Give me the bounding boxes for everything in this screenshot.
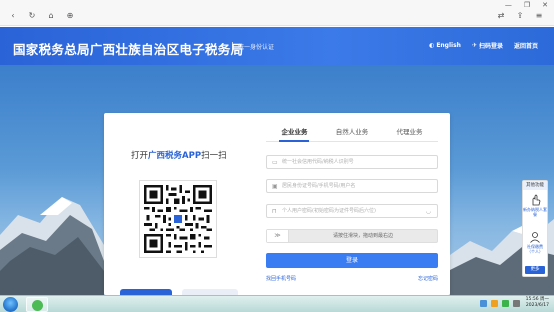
scan-login-link[interactable]: ✈ 扫码登录 — [472, 41, 503, 50]
refresh-icon[interactable]: ↻ — [27, 11, 37, 21]
qr-code[interactable] — [139, 180, 217, 258]
notification-icon[interactable] — [491, 300, 498, 307]
tab-individual[interactable]: 自然人业务 — [324, 125, 381, 141]
browser-actions: ⇄ ⇪ ≡ — [496, 11, 544, 21]
title-separator — [232, 42, 233, 51]
network-icon[interactable] — [480, 300, 487, 307]
site-subtitle: 统一身份认证 — [238, 44, 275, 51]
site-title: 国家税务总局广西壮族自治区电子税务局 — [13, 42, 244, 57]
share-icon[interactable]: ⇪ — [515, 11, 525, 21]
globe-icon[interactable]: ⊕ — [65, 11, 75, 21]
side-toolbar-header: 其他功能 — [523, 181, 547, 190]
taskbar: 15:56 周一 2023/6/17 — [0, 295, 554, 312]
side-toolbar: 其他功能 新办纳税人套餐 社保缴费 （个人） 更多 — [522, 180, 548, 277]
more-button[interactable]: 更多 — [525, 266, 545, 274]
user-icon: ▣ — [272, 183, 278, 190]
slider-captcha[interactable]: ≫ 请按住滑块，拖动到最右边 — [266, 229, 438, 243]
language-icon: ◐ — [429, 42, 435, 49]
browser-app-icon — [32, 300, 43, 311]
company-id-field[interactable]: ▭ 统一社会信用代码/纳税人识别号 — [266, 155, 438, 169]
taskbar-browser-app[interactable] — [26, 297, 48, 312]
system-tray — [480, 300, 520, 307]
menu-icon[interactable]: ≡ — [534, 11, 544, 21]
login-card: 打开广西税务APP扫一扫 企业业务 自然人业务 代理业务 ▭ 统一社会信用代码/… — [104, 113, 450, 297]
translate-icon[interactable]: ⇄ — [496, 11, 506, 21]
qr-title: 打开广西税务APP扫一扫 — [131, 151, 227, 161]
login-form: 企业业务 自然人业务 代理业务 ▭ 统一社会信用代码/纳税人识别号 ▣ 居民身份… — [266, 125, 438, 282]
scan-icon: ✈ — [471, 42, 477, 49]
slider-handle[interactable]: ≫ — [267, 230, 289, 242]
new-taxpayer-button[interactable]: 新办纳税人套餐 — [523, 194, 547, 217]
find-phone-link[interactable]: 找回手机号码 — [266, 275, 296, 282]
user-id-field[interactable]: ▣ 居民身份证号码/手机号码/用户名 — [266, 179, 438, 193]
home-icon[interactable]: ⌂ — [46, 11, 56, 21]
minimize-icon[interactable]: — — [505, 2, 512, 9]
volume-icon[interactable] — [513, 300, 520, 307]
app-tray-icon[interactable] — [502, 300, 509, 307]
browser-nav: ‹ ↻ ⌂ ⊕ — [8, 11, 75, 21]
login-button[interactable]: 登录 — [266, 253, 438, 268]
qr-panel: 打开广西税务APP扫一扫 — [104, 113, 259, 297]
window-controls: — ❐ ✕ — [505, 2, 548, 9]
form-links: 找回手机号码 忘记密码 — [266, 275, 438, 282]
close-icon[interactable]: ✕ — [542, 2, 548, 9]
tab-agent[interactable]: 代理业务 — [381, 125, 438, 141]
id-card-icon: ▭ — [272, 159, 278, 166]
english-link[interactable]: ◐ English — [429, 41, 461, 50]
person-icon — [530, 232, 540, 243]
active-tab-indicator — [279, 140, 309, 142]
password-field[interactable]: ⊓ 个人用户密码(初始密码为证件号码后六位) ◡ — [266, 204, 438, 218]
site-header: 国家税务总局广西壮族自治区电子税务局 统一身份认证 ◐ English ✈ 扫码登录… — [0, 27, 554, 65]
hand-pointer-icon — [532, 194, 541, 206]
home-link[interactable]: 返回首页 — [514, 41, 538, 50]
eye-icon[interactable]: ◡ — [426, 208, 431, 215]
login-tabs: 企业业务 自然人业务 代理业务 — [266, 125, 438, 142]
tab-enterprise[interactable]: 企业业务 — [266, 125, 323, 141]
chevron-left-icon[interactable]: ‹ — [8, 11, 18, 21]
lock-icon: ⊓ — [272, 208, 277, 215]
browser-toolbar: ‹ ↻ ⌂ ⊕ — ❐ ✕ ⇄ ⇪ ≡ — [0, 0, 554, 26]
restore-icon[interactable]: ❐ — [524, 2, 530, 9]
app-name: 广西税务APP — [148, 151, 202, 161]
system-clock[interactable]: 15:56 周一 2023/6/17 — [526, 297, 549, 309]
social-insurance-button[interactable]: 社保缴费 （个人） — [523, 231, 547, 254]
header-links: ◐ English ✈ 扫码登录 返回首页 — [429, 41, 538, 50]
forgot-password-link[interactable]: 忘记密码 — [418, 275, 438, 282]
qr-code-image — [144, 185, 212, 253]
slider-text: 请按住滑块，拖动到最右边 — [332, 233, 393, 239]
start-button[interactable] — [3, 297, 18, 312]
